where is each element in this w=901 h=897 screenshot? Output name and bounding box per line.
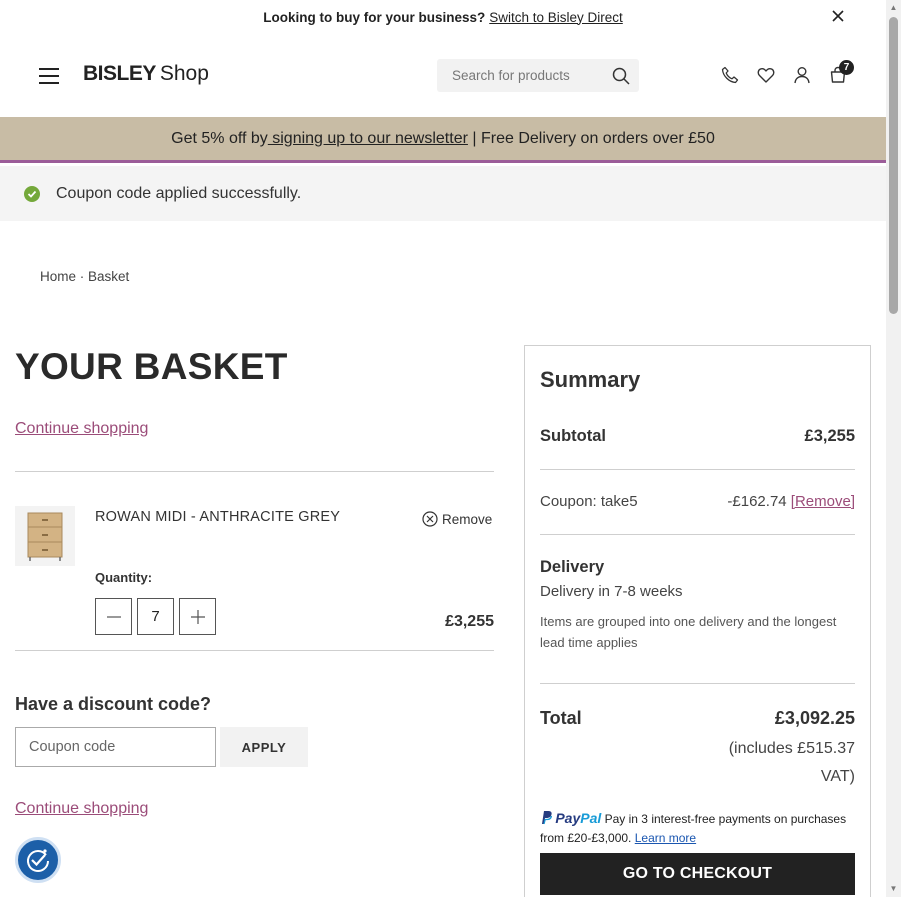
vat-note: (includes £515.37 VAT) (728, 740, 855, 785)
notice-message: Coupon code applied successfully. (56, 184, 302, 202)
paypal-learn-more-link[interactable]: Learn more (635, 831, 696, 845)
remove-item-button[interactable]: Remove (422, 511, 492, 527)
close-icon[interactable] (830, 8, 846, 24)
coupon-label: Coupon: take5 (540, 493, 638, 510)
cart-count-badge: 7 (839, 60, 854, 75)
breadcrumb-home[interactable]: Home (40, 269, 76, 284)
logo-brand: BISLEY (83, 62, 156, 85)
divider (540, 534, 855, 535)
total-row: Total £3,092.25 (540, 708, 855, 729)
summary-title: Summary (540, 367, 641, 392)
subtotal-label: Subtotal (540, 427, 606, 445)
paypal-brand-pay: Pay (555, 810, 581, 826)
discount-heading: Have a discount code? (15, 694, 212, 714)
page-title: YOUR BASKET (15, 346, 288, 387)
divider (15, 471, 494, 472)
site-header: BISLEYShop 7 (0, 34, 886, 117)
quantity-input[interactable] (137, 598, 174, 635)
continue-shopping-link-top[interactable]: Continue shopping (15, 420, 148, 438)
minus-icon (106, 615, 121, 618)
delivery-label: Delivery (540, 558, 605, 576)
search-input[interactable] (452, 68, 602, 83)
account-icon[interactable] (793, 66, 811, 84)
heart-icon[interactable] (757, 66, 775, 84)
divider (15, 650, 494, 651)
delivery-time-row: Delivery in 7-8 weeks (540, 583, 855, 600)
paypal-message: PayPal Pay in 3 interest-free payments o… (540, 809, 860, 848)
switch-to-direct-link[interactable]: Switch to Bisley Direct (489, 10, 623, 25)
menu-icon[interactable] (39, 68, 59, 85)
subtotal-value: £3,255 (804, 427, 855, 445)
search-bar (437, 59, 639, 92)
success-notice: Coupon code applied successfully. (0, 166, 886, 221)
phone-icon[interactable] (721, 66, 739, 84)
delivery-time: Delivery in 7-8 weeks (540, 583, 683, 600)
scroll-up-icon[interactable]: ▲ (889, 3, 898, 12)
breadcrumb-separator: · (76, 269, 89, 284)
plus-icon (190, 609, 205, 624)
quantity-decrease-button[interactable] (95, 598, 132, 635)
subtotal-row: Subtotal £3,255 (540, 427, 855, 446)
item-price: £3,255 (445, 613, 494, 630)
business-bar: Looking to buy for your business? Switch… (0, 0, 886, 34)
logo-shop: Shop (159, 62, 209, 85)
scrollbar-thumb[interactable] (889, 17, 898, 314)
paypal-brand-pal: Pal (580, 810, 602, 826)
divider (540, 683, 855, 684)
remove-coupon-link[interactable]: [Remove] (791, 493, 855, 510)
paypal-icon (542, 811, 553, 825)
scroll-down-icon[interactable]: ▼ (889, 884, 898, 893)
delivery-heading-row: Delivery (540, 558, 855, 577)
breadcrumb-current: Basket (88, 269, 130, 284)
coupon-value: -£162.74 (727, 493, 787, 510)
newsletter-signup-link[interactable]: signing up to our newsletter (268, 130, 468, 148)
remove-circle-icon (422, 511, 438, 527)
coupon-amount: -£162.74 [Remove] (727, 493, 855, 510)
apply-coupon-button[interactable]: APPLY (220, 727, 308, 767)
quantity-increase-button[interactable] (179, 598, 216, 635)
promo-banner: Get 5% off by signing up to our newslett… (0, 117, 886, 163)
product-name[interactable]: ROWAN MIDI - ANTHRACITE GREY (95, 509, 340, 525)
total-label: Total (540, 708, 582, 728)
coupon-code-input[interactable] (15, 727, 216, 767)
quantity-label: Quantity: (95, 570, 153, 585)
remove-label: Remove (442, 511, 493, 527)
business-prompt: Looking to buy for your business? (263, 9, 486, 25)
breadcrumb: Home · Basket (40, 269, 129, 284)
coupon-row: Coupon: take5 -£162.74 [Remove] (540, 493, 855, 510)
product-thumbnail[interactable] (15, 506, 75, 566)
promo-text-after: | Free Delivery on orders over £50 (467, 129, 715, 147)
divider (540, 469, 855, 470)
site-logo[interactable]: BISLEY Shop (83, 62, 209, 86)
accessibility-icon[interactable] (15, 837, 61, 883)
checkout-button[interactable]: GO TO CHECKOUT (540, 853, 855, 895)
order-summary: Summary Subtotal £3,255 Coupon: take5 -£… (524, 345, 871, 897)
continue-shopping-link-bottom[interactable]: Continue shopping (15, 800, 148, 818)
total-value: £3,092.25 (774, 708, 855, 728)
check-icon (24, 185, 40, 202)
promo-text-before: Get 5% off by (171, 129, 268, 147)
delivery-note: Items are grouped into one delivery and … (540, 614, 837, 650)
search-icon[interactable] (612, 67, 630, 85)
